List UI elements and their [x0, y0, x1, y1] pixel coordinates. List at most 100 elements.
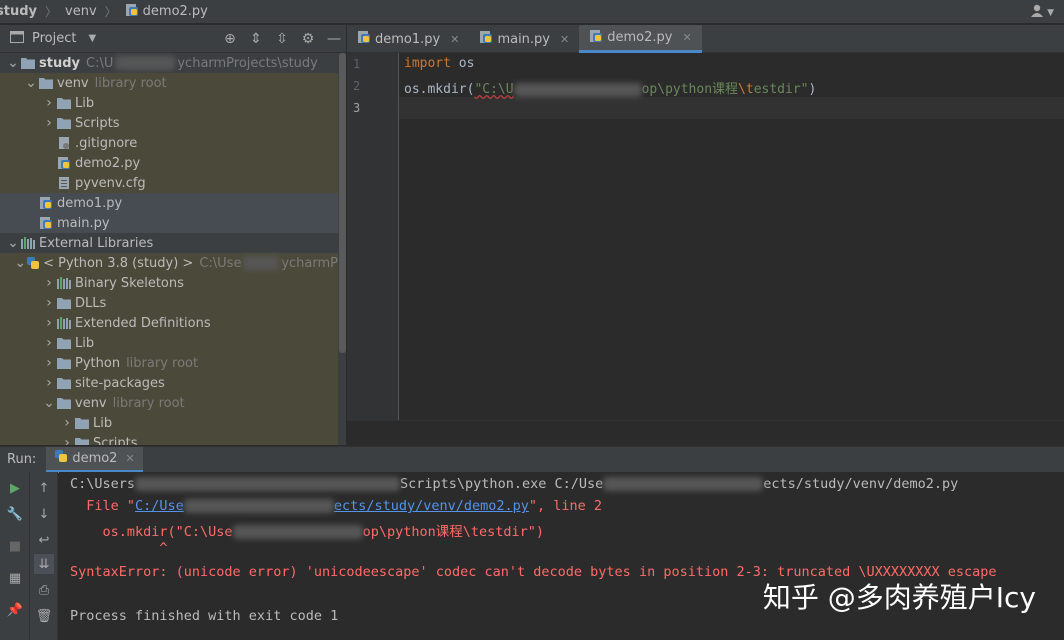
tree-item-label: study: [39, 55, 80, 71]
chevron-right-icon: 〉: [45, 5, 58, 19]
gear-icon[interactable]: ⚙: [300, 31, 316, 47]
tree-item[interactable]: .gitignore: [0, 133, 338, 153]
code-line-2: os.mkdir("C:\U op\python课程\testdir"): [404, 82, 817, 97]
chevron-right-icon[interactable]: ›: [42, 375, 56, 391]
folder-icon: [20, 55, 36, 71]
close-icon[interactable]: ✕: [450, 33, 459, 46]
chevron-down-icon[interactable]: ▼: [88, 33, 96, 44]
rerun-icon[interactable]: ▶: [5, 478, 25, 498]
watermark: 知乎 @多肉养殖户Icy: [762, 581, 1036, 614]
tree-item[interactable]: › Lib: [0, 413, 338, 433]
tab-demo1[interactable]: demo1.py ✕: [347, 25, 469, 53]
tree-item[interactable]: › Scripts: [0, 113, 338, 133]
tree-item-label: Extended Definitions: [75, 315, 211, 331]
project-panel: Project ▼ ⊕ ⇕ ⇳ ⚙ — ⌄ study C:\U ycharmProj…: [0, 25, 346, 445]
breadcrumb-venv[interactable]: venv: [65, 4, 97, 19]
tree-item[interactable]: ⌄ venv library root: [0, 73, 338, 93]
chevron-down-icon: ▼: [1047, 8, 1054, 18]
soft-wrap-icon[interactable]: ↩: [34, 530, 54, 550]
tree-item-label: Lib: [75, 335, 95, 351]
tree-item[interactable]: › Binary Skeletons: [0, 273, 338, 293]
tree-item-label: Scripts: [75, 115, 120, 131]
pin-icon[interactable]: 📌: [5, 600, 25, 620]
chevron-right-icon[interactable]: ›: [42, 335, 56, 351]
tree-item[interactable]: ⌄ < Python 3.8 (study) > C:\Use ycharmP: [0, 253, 338, 273]
tree-item[interactable]: demo2.py: [0, 153, 338, 173]
file-link[interactable]: C:/Use ects/study/venv/demo2.py: [135, 498, 529, 514]
close-icon[interactable]: ✕: [682, 31, 691, 44]
collapse-all-icon[interactable]: ⇳: [274, 31, 290, 47]
chevron-right-icon[interactable]: ›: [60, 435, 74, 445]
python-file-icon: [38, 195, 54, 211]
tree-item[interactable]: ⌄ venv library root: [0, 393, 338, 413]
tree-item[interactable]: demo1.py: [0, 193, 338, 213]
wrench-icon[interactable]: 🔧: [5, 504, 25, 524]
tree-item[interactable]: main.py: [0, 213, 338, 233]
scroll-to-end-icon[interactable]: ⇊: [34, 554, 54, 574]
tree-item[interactable]: pyvenv.cfg: [0, 173, 338, 193]
tree-item[interactable]: › DLLs: [0, 293, 338, 313]
python-icon: [54, 449, 68, 467]
tree-item-path: ycharmProjects\study: [177, 55, 318, 71]
tree-item[interactable]: › Lib: [0, 93, 338, 113]
chevron-right-icon[interactable]: ›: [42, 315, 56, 331]
tree-item[interactable]: › Python library root: [0, 353, 338, 373]
tree-item-path: C:\U: [86, 55, 114, 71]
chevron-right-icon[interactable]: ›: [42, 275, 56, 291]
tree-item[interactable]: › Extended Definitions: [0, 313, 338, 333]
tree-item-label: Scripts: [93, 435, 138, 446]
run-toolbar-secondary: ↑ ↓ ↩ ⇊ ⎙ 🗑: [30, 472, 58, 640]
close-icon[interactable]: ✕: [125, 452, 134, 465]
breadcrumb-demo2[interactable]: demo2.py: [143, 4, 208, 19]
chevron-right-icon[interactable]: ›: [42, 295, 56, 311]
tab-label: demo2.py: [607, 30, 673, 45]
chevron-down-icon[interactable]: ⌄: [24, 75, 38, 91]
project-icon: [10, 30, 24, 47]
python-file-icon: [357, 30, 371, 48]
tree-item-label: venv: [75, 395, 107, 411]
arrow-down-icon[interactable]: ↓: [34, 504, 54, 524]
tree-item[interactable]: › Lib: [0, 333, 338, 353]
tree-item-label: DLLs: [75, 295, 107, 311]
locate-icon[interactable]: ⊕: [222, 31, 238, 47]
close-icon[interactable]: ✕: [560, 33, 569, 46]
folder-icon: [56, 95, 72, 111]
print-icon[interactable]: ⎙: [34, 580, 54, 600]
stop-icon[interactable]: ■: [5, 536, 25, 556]
chevron-right-icon[interactable]: ›: [42, 355, 56, 371]
tree-item[interactable]: ⌄ study C:\U ycharmProjects\study: [0, 53, 338, 73]
tab-label: main.py: [497, 31, 550, 47]
tree-scrollbar[interactable]: [339, 53, 346, 353]
tree-item[interactable]: › site-packages: [0, 373, 338, 393]
chevron-right-icon[interactable]: ›: [60, 415, 74, 431]
trash-icon[interactable]: 🗑: [34, 606, 54, 626]
chevron-down-icon[interactable]: ⌄: [42, 395, 56, 411]
tree-item[interactable]: ⌄ External Libraries: [0, 233, 338, 253]
layout-icon[interactable]: ▦: [5, 568, 25, 588]
breadcrumb-study[interactable]: study: [0, 4, 37, 19]
tree-item-label: Python: [75, 355, 121, 371]
chevron-down-icon[interactable]: ⌄: [6, 55, 20, 71]
hide-icon[interactable]: —: [326, 31, 342, 47]
arrow-up-icon[interactable]: ↑: [34, 478, 54, 498]
console-line-2: File "C:/Use ects/study/venv/demo2.py", l…: [70, 498, 603, 514]
chevron-down-icon[interactable]: ⌄: [6, 235, 20, 251]
tree-item-path: library root: [112, 395, 185, 411]
text-file-icon: [56, 175, 72, 191]
project-title[interactable]: Project: [32, 31, 76, 46]
folder-icon: [56, 395, 72, 411]
code-editor[interactable]: import os os.mkdir("C:\U op\python课程\test…: [399, 53, 1064, 445]
tree-item-path: library root: [126, 355, 199, 371]
folder-icon: [56, 115, 72, 131]
user-menu-button[interactable]: ▼: [1029, 4, 1054, 22]
tab-main[interactable]: main.py ✕: [469, 25, 579, 53]
library-icon: [56, 315, 72, 331]
chevron-right-icon[interactable]: ›: [42, 95, 56, 111]
tab-demo2[interactable]: demo2.py ✕: [579, 25, 702, 53]
chevron-down-icon[interactable]: ⌄: [14, 255, 26, 271]
run-tab-demo2[interactable]: demo2 ✕: [46, 446, 143, 473]
chevron-right-icon[interactable]: ›: [42, 115, 56, 131]
tree-item[interactable]: › Scripts: [0, 433, 338, 445]
tree-item-label: venv: [57, 75, 89, 91]
expand-all-icon[interactable]: ⇕: [248, 31, 264, 47]
